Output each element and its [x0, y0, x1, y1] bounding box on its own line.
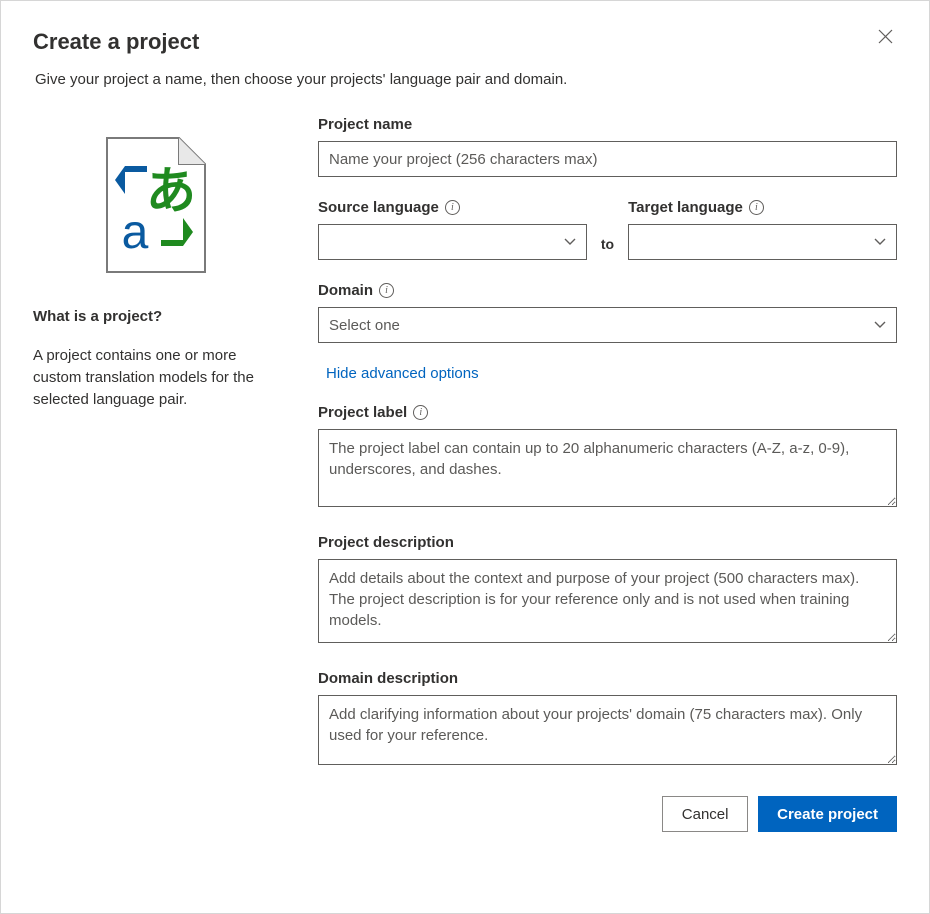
source-language-label: Source language — [318, 199, 439, 216]
create-project-button[interactable]: Create project — [758, 796, 897, 832]
dialog-subtitle: Give your project a name, then choose yo… — [35, 71, 897, 88]
project-name-label: Project name — [318, 116, 897, 133]
create-project-dialog: Create a project Give your project a nam… — [0, 0, 930, 914]
sidebar-heading: What is a project? — [33, 308, 278, 325]
sidebar-body: A project contains one or more custom tr… — [33, 345, 278, 410]
form-area: Project name Source language i to — [318, 116, 897, 832]
dialog-title: Create a project — [33, 29, 199, 55]
toggle-advanced-options[interactable]: Hide advanced options — [318, 365, 897, 382]
field-source-language: Source language i — [318, 199, 587, 260]
info-sidebar: あ a What is a project? A project contain… — [33, 116, 278, 832]
info-icon[interactable]: i — [413, 405, 428, 420]
field-domain: Domain i Select one — [318, 282, 897, 343]
field-project-label: Project label i — [318, 404, 897, 512]
translator-document-icon: あ a — [101, 136, 211, 276]
target-language-label: Target language — [628, 199, 743, 216]
field-project-description: Project description — [318, 534, 897, 648]
project-description-input[interactable] — [318, 559, 897, 643]
svg-text:a: a — [121, 206, 148, 259]
svg-text:あ: あ — [146, 163, 196, 219]
project-label-input[interactable] — [318, 429, 897, 507]
chevron-down-icon — [564, 238, 576, 246]
domain-label: Domain — [318, 282, 373, 299]
field-project-name: Project name — [318, 116, 897, 177]
dialog-footer: Cancel Create project — [318, 796, 897, 832]
close-icon — [878, 29, 893, 44]
domain-description-label: Domain description — [318, 670, 897, 687]
info-icon[interactable]: i — [445, 200, 460, 215]
info-icon[interactable]: i — [749, 200, 764, 215]
close-button[interactable] — [874, 25, 897, 48]
domain-description-input[interactable] — [318, 695, 897, 765]
target-language-select[interactable] — [628, 224, 897, 260]
domain-select[interactable]: Select one — [318, 307, 897, 343]
field-domain-description: Domain description — [318, 670, 897, 770]
source-language-select[interactable] — [318, 224, 587, 260]
chevron-down-icon — [874, 238, 886, 246]
to-label: to — [601, 236, 614, 260]
project-name-input[interactable] — [318, 141, 897, 177]
domain-select-value: Select one — [329, 317, 400, 334]
cancel-button[interactable]: Cancel — [662, 796, 748, 832]
field-target-language: Target language i — [628, 199, 897, 260]
project-label-label: Project label — [318, 404, 407, 421]
project-description-label: Project description — [318, 534, 897, 551]
info-icon[interactable]: i — [379, 283, 394, 298]
chevron-down-icon — [874, 321, 886, 329]
